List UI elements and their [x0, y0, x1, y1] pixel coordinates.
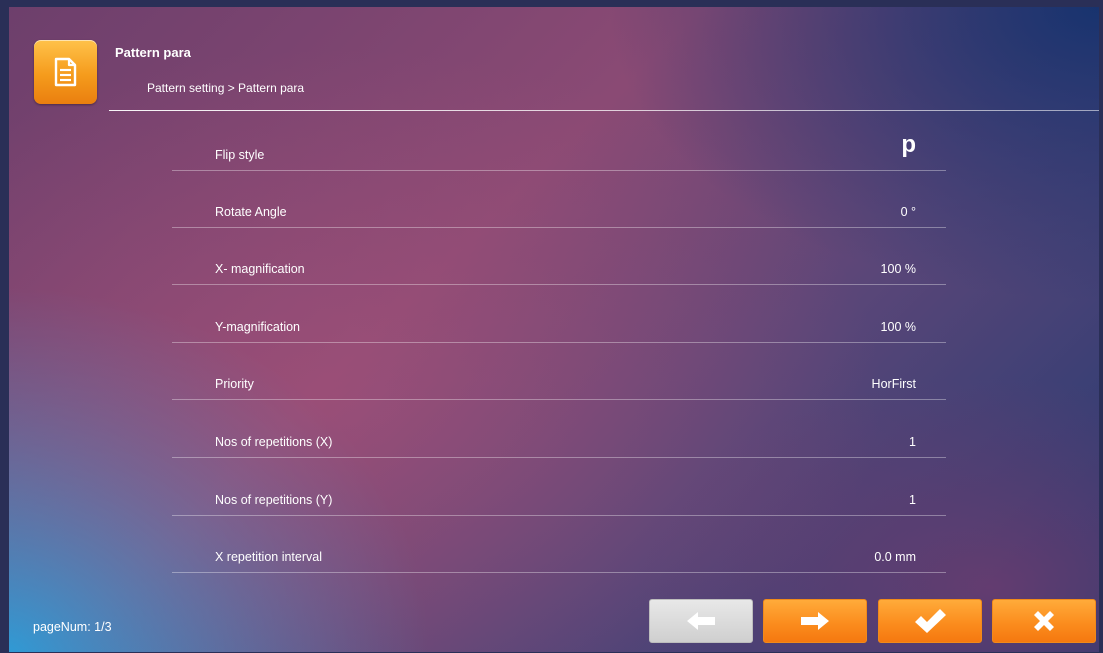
param-value: 100 % — [880, 262, 916, 276]
param-label: Flip style — [215, 148, 265, 162]
param-value: 0.0 mm — [874, 550, 916, 564]
param-value: 100 % — [880, 320, 916, 334]
param-row-priority[interactable]: Priority HorFirst — [172, 375, 946, 400]
param-value: p — [901, 131, 916, 158]
param-value: 0 ° — [900, 205, 916, 219]
param-row-flip-style[interactable]: Flip style p — [172, 131, 946, 171]
param-label: Nos of repetitions (X) — [215, 435, 333, 449]
param-label: X- magnification — [215, 262, 305, 276]
param-row-x-magnification[interactable]: X- magnification 100 % — [172, 260, 946, 285]
document-icon — [34, 40, 97, 104]
page-title: Pattern para — [115, 45, 191, 60]
breadcrumb: Pattern setting > Pattern para — [147, 81, 305, 95]
param-row-repetitions-x[interactable]: Nos of repetitions (X) 1 — [172, 433, 946, 458]
param-label: Y-magnification — [215, 320, 301, 334]
arrow-right-icon — [801, 612, 829, 630]
param-value: 1 — [909, 493, 916, 507]
screen: Pattern para Pattern setting > Pattern p… — [9, 7, 1099, 652]
next-page-button[interactable] — [763, 599, 867, 643]
param-row-y-magnification[interactable]: Y-magnification 100 % — [172, 318, 946, 343]
checkmark-icon — [915, 609, 946, 633]
param-row-rotate-angle[interactable]: Rotate Angle 0 ° — [172, 203, 946, 228]
arrow-left-icon — [687, 612, 715, 630]
param-value: HorFirst — [871, 377, 916, 391]
close-icon — [1034, 611, 1054, 631]
param-value: 1 — [909, 435, 916, 449]
cancel-button[interactable] — [992, 599, 1096, 643]
param-label: Nos of repetitions (Y) — [215, 493, 333, 507]
page-number: pageNum: 1/3 — [33, 620, 112, 634]
param-row-repetitions-y[interactable]: Nos of repetitions (Y) 1 — [172, 491, 946, 516]
param-label: X repetition interval — [215, 550, 323, 564]
param-label: Rotate Angle — [215, 205, 287, 219]
confirm-button[interactable] — [878, 599, 982, 643]
param-label: Priority — [215, 377, 254, 391]
prev-page-button[interactable] — [649, 599, 753, 643]
header-divider — [109, 110, 1099, 111]
param-row-x-repetition-interval[interactable]: X repetition interval 0.0 mm — [172, 548, 946, 573]
